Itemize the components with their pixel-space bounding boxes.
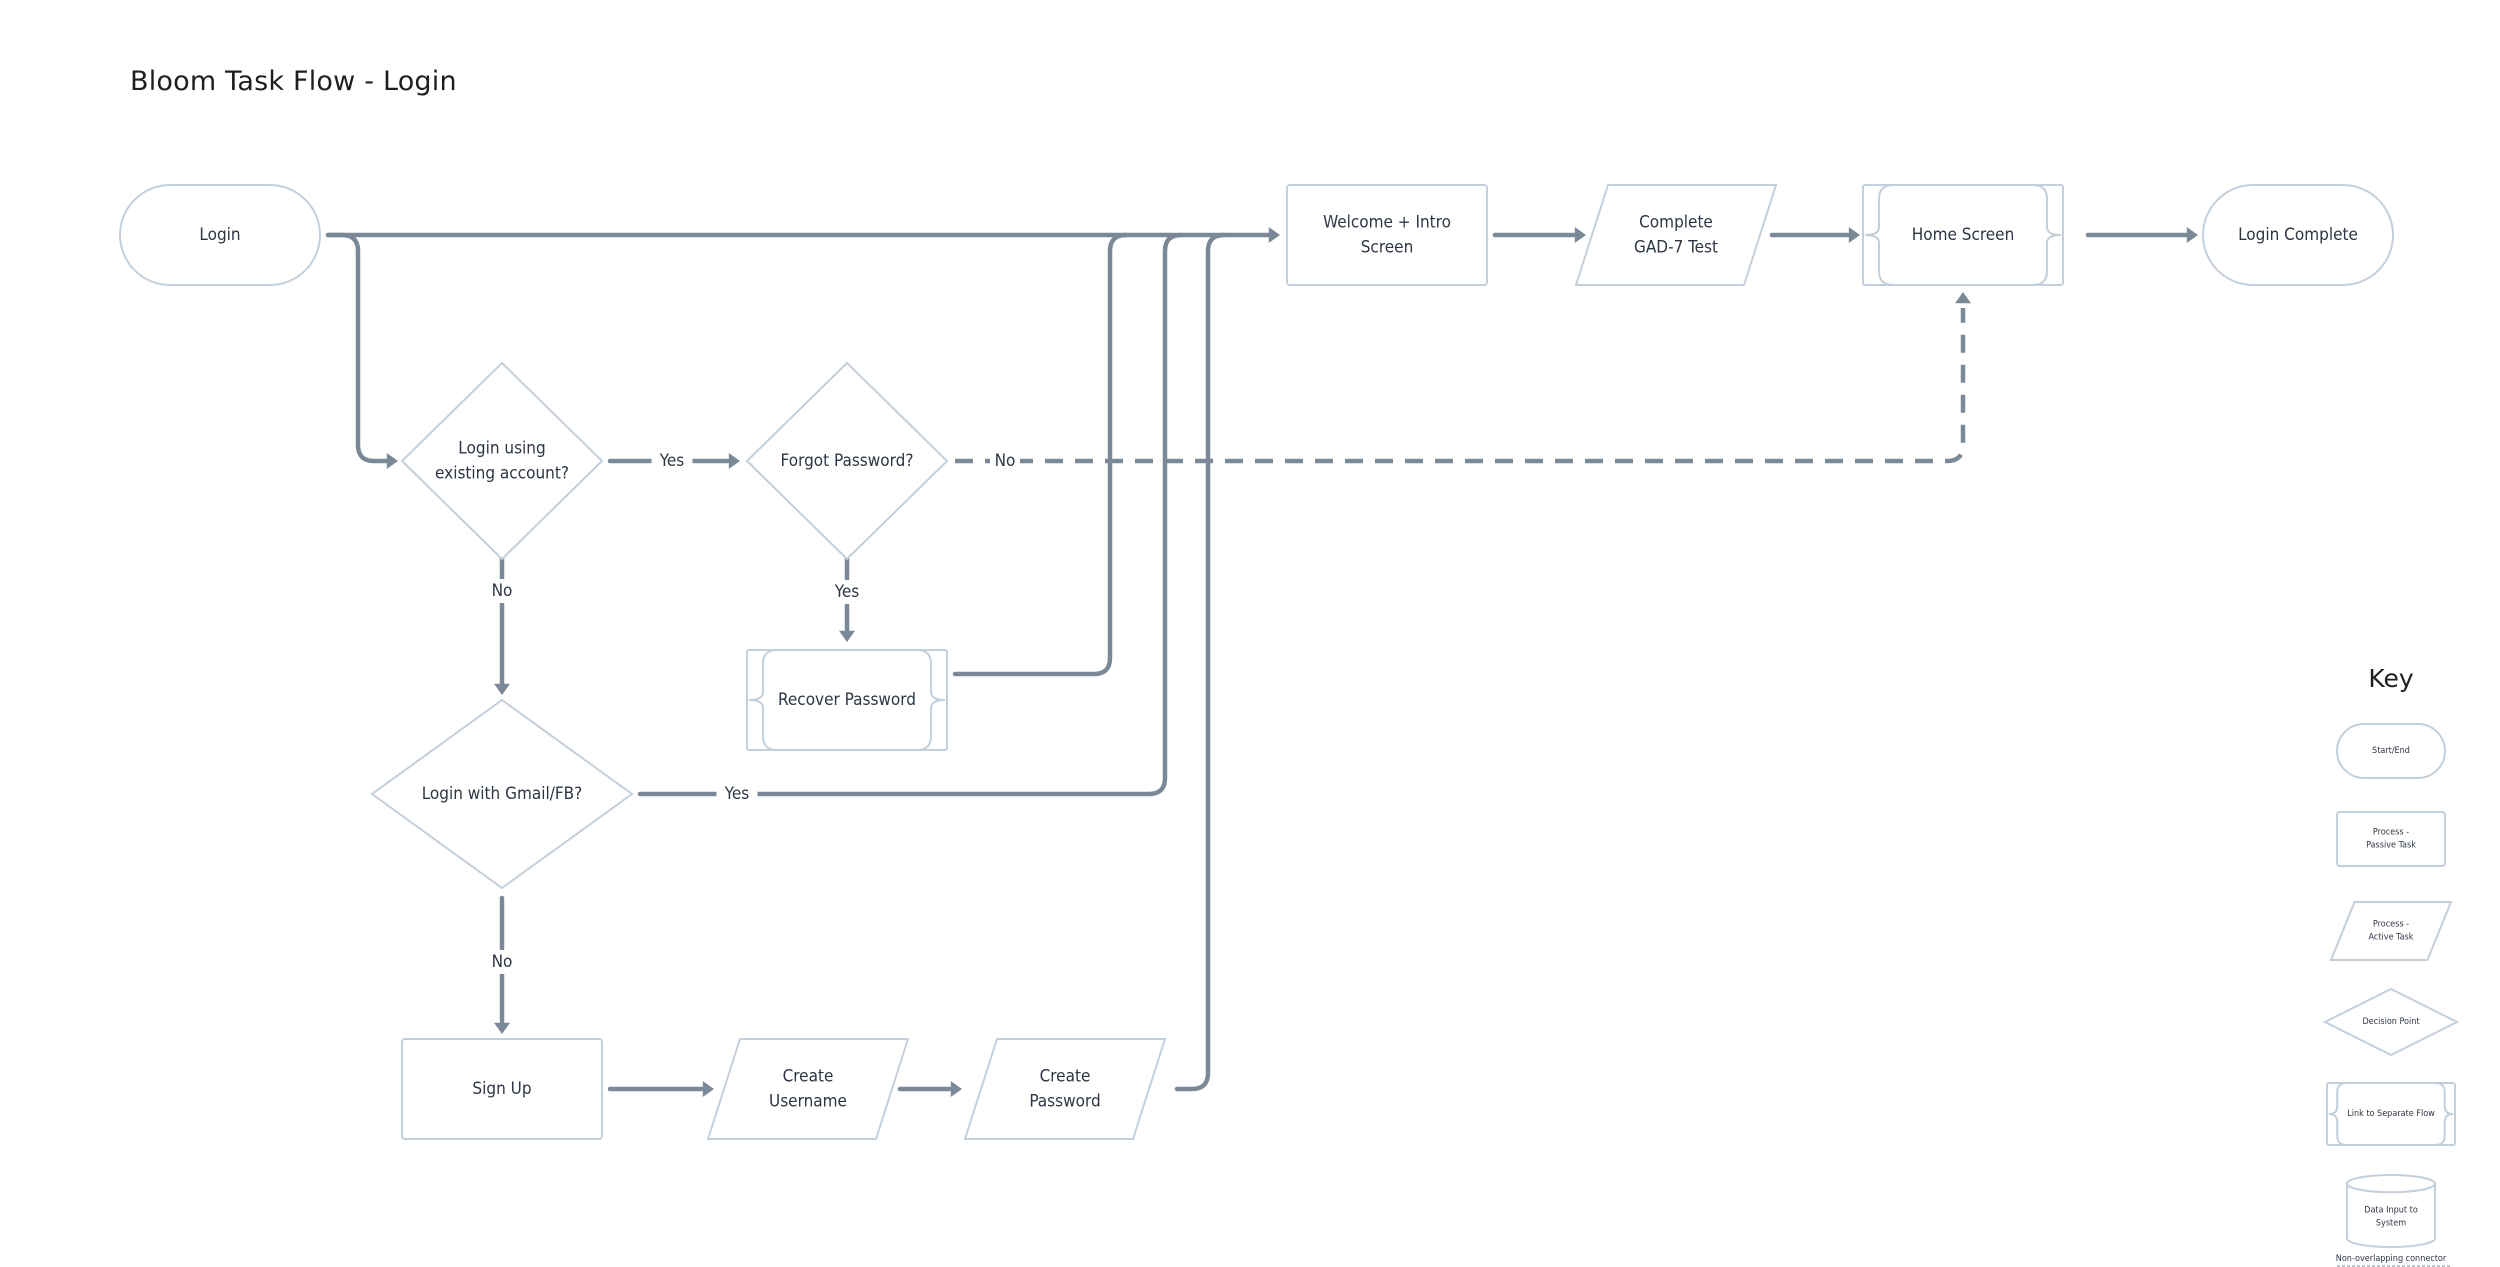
node-existing-account[interactable]: Login using existing account? <box>400 361 604 561</box>
connector-forgot-password-to-home: No <box>955 292 1971 473</box>
node-label: Login Complete <box>2238 225 2358 245</box>
connectors-layer: Yes No No Yes Yes No <box>325 227 2198 1097</box>
key-item-label: Passive Task <box>2366 841 2416 851</box>
edge-label: No <box>492 952 513 972</box>
connector-line <box>952 232 1129 677</box>
arrowhead <box>2186 227 2198 243</box>
connector-line <box>1174 232 1227 1092</box>
node-recover-password[interactable]: Recover Password <box>746 649 948 751</box>
node-label: existing account? <box>435 463 569 483</box>
node-label: Username <box>769 1091 847 1111</box>
key-item-label: Non-overlapping connector <box>2336 1254 2447 1264</box>
key-item-process-passive: Process - Passive Task <box>2336 811 2446 867</box>
connector-home-to-login-complete <box>2085 227 2198 243</box>
connector-welcome-to-gad7 <box>1492 227 1586 243</box>
node-create-password[interactable]: Create Password <box>963 1038 1167 1140</box>
node-create-username[interactable]: Create Username <box>706 1038 910 1140</box>
nodes-layer: Login Welcome + Intro Screen Complete GAD-7 … <box>119 184 2394 1140</box>
edge-label: No <box>995 451 1016 471</box>
arrowhead <box>839 630 855 642</box>
arrowhead <box>950 1081 962 1097</box>
connector-line <box>955 308 1966 464</box>
node-label: Home Screen <box>1912 225 2015 245</box>
key-item-label: System <box>2376 1219 2406 1229</box>
connector-line <box>325 232 391 464</box>
edge-label: Yes <box>724 784 749 804</box>
connector-gmail-fb-to-sign-up: No <box>487 895 517 1034</box>
node-label: Complete <box>1639 213 1713 233</box>
edge-label: Yes <box>659 451 684 471</box>
node-sign-up[interactable]: Sign Up <box>401 1038 603 1140</box>
node-gmail-fb[interactable]: Login with Gmail/FB? <box>370 698 634 890</box>
connector-recover-password-to-welcome <box>952 232 1129 677</box>
node-label: GAD-7 Test <box>1634 237 1718 257</box>
node-label: Create <box>783 1067 834 1087</box>
key-item-data-input: Data Input to System <box>2346 1174 2436 1248</box>
connector-existing-account-to-forgot-password: Yes <box>607 449 740 473</box>
arrowhead <box>728 453 740 469</box>
key-item-label: Data Input to <box>2364 1205 2418 1215</box>
connector-create-username-to-create-password <box>897 1081 962 1097</box>
arrowhead <box>1955 292 1971 304</box>
node-label: Sign Up <box>472 1079 531 1099</box>
arrowhead <box>702 1081 714 1097</box>
key-item-start-end: Start/End <box>2336 723 2446 779</box>
key-item-label: Link to Separate Flow <box>2347 1109 2435 1119</box>
node-home[interactable]: Home Screen <box>1862 184 2064 286</box>
arrowhead <box>494 1022 510 1034</box>
arrowhead <box>1848 227 1860 243</box>
key-item-label: Decision Point <box>2362 1017 2419 1027</box>
key-item-connector: Non-overlapping connector <box>2336 1254 2452 1267</box>
key-item-label: Process - <box>2373 919 2409 929</box>
connector-sign-up-to-create-username <box>607 1081 714 1097</box>
connector-login-to-existing-account <box>325 232 398 469</box>
edge-label: No <box>492 581 513 601</box>
node-label: Login with Gmail/FB? <box>422 784 583 804</box>
node-login-complete[interactable]: Login Complete <box>2202 184 2394 286</box>
node-welcome[interactable]: Welcome + Intro Screen <box>1286 184 1488 286</box>
connector-existing-account-to-gmail-fb: No <box>487 542 517 695</box>
node-label: Welcome + Intro <box>1323 213 1451 233</box>
connector-gad7-to-home <box>1769 227 1860 243</box>
node-gad7[interactable]: Complete GAD-7 Test <box>1574 184 1778 286</box>
key-legend: Start/End Process - Passive Task Process - A… <box>2322 723 2460 1267</box>
node-forgot-password[interactable]: Forgot Password? <box>745 361 949 561</box>
key-item-process-active: Process - Active Task <box>2329 901 2453 961</box>
node-label: Login using <box>458 439 545 459</box>
node-label: Recover Password <box>778 690 916 710</box>
connector-login-to-welcome <box>325 227 1280 243</box>
node-label: Login <box>199 225 240 245</box>
key-item-label: Active Task <box>2369 933 2414 943</box>
node-login[interactable]: Login <box>119 184 321 286</box>
edge-label: Yes <box>834 582 859 602</box>
arrowhead <box>386 453 398 469</box>
node-label: Forgot Password? <box>781 451 914 471</box>
connector-create-password-to-welcome <box>1174 232 1227 1092</box>
arrowhead <box>1574 227 1586 243</box>
key-item-decision: Decision Point <box>2322 987 2460 1057</box>
arrowhead <box>1268 227 1280 243</box>
key-item-label: Start/End <box>2372 746 2410 756</box>
node-label: Screen <box>1361 237 1414 257</box>
flow-diagram-canvas: Yes No No Yes Yes No Login Welcome + Intro Scre… <box>119 184 2460 1267</box>
key-item-link-separate-flow: Link to Separate Flow <box>2326 1082 2456 1146</box>
node-label: Create <box>1040 1067 1091 1087</box>
arrowhead <box>494 683 510 695</box>
key-item-label: Process - <box>2373 827 2409 837</box>
node-label: Password <box>1029 1091 1100 1111</box>
